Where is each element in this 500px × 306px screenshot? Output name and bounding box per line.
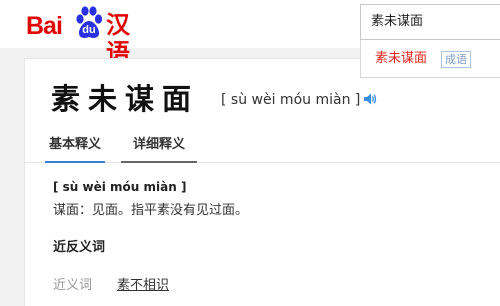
speaker-icon[interactable] [363, 91, 377, 107]
logo-text-prefix: Bai [26, 12, 63, 40]
definition-tabs: 基本释义 详细释义 [25, 134, 500, 163]
definition-pinyin: [ sù wèi móu miàn ] [53, 180, 187, 194]
search-input-value: 素未谋面 [371, 14, 424, 29]
synonyms-antonyms-heading: 近反义词 [53, 240, 106, 255]
tab-basic-definition[interactable]: 基本释义 [45, 134, 105, 163]
definition-text: 谋面：见面。指平素没有见过面。 [53, 203, 249, 218]
search-suggestion-dropdown[interactable]: 素未谋面 成语 [360, 40, 500, 78]
synonym-label: 近义词 [53, 278, 93, 293]
tab-detailed-definition[interactable]: 详细释义 [121, 134, 197, 163]
entry-pinyin: [ sù wèi móu miàn ] [221, 92, 361, 108]
entry-term: 素未谋面 [51, 82, 200, 116]
synonym-link[interactable]: 素不相识 [117, 277, 169, 295]
suggestion-item[interactable]: 素未谋面 [375, 51, 427, 67]
entry-card: 素未谋面 [ sù wèi móu miàn ] 基本释义 详细释义 [ sù … [24, 58, 500, 306]
search-input[interactable]: 素未谋面 [360, 4, 500, 40]
logo-badge-text: du [82, 24, 96, 36]
suggestion-tag-badge: 成语 [441, 51, 471, 68]
